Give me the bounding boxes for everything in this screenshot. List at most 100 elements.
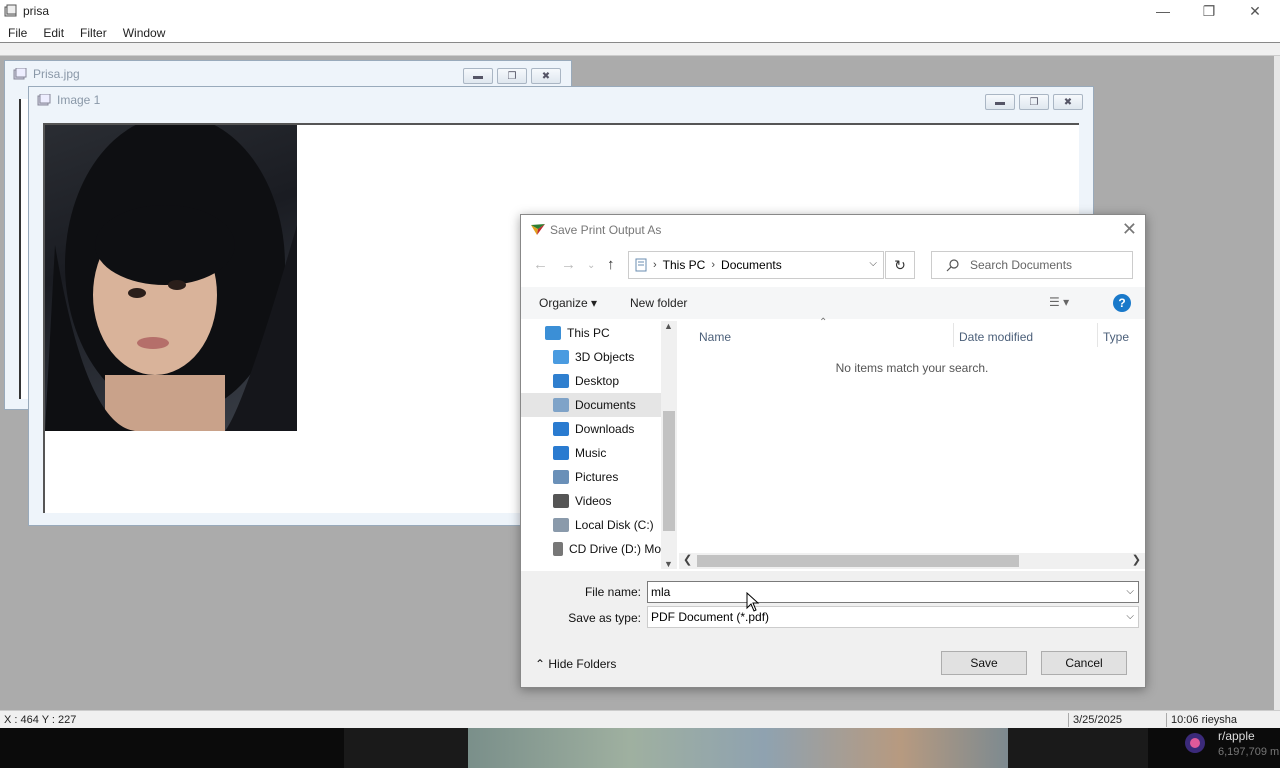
up-arrow-icon[interactable]: ↑ [607,256,615,273]
menu-filter[interactable]: Filter [72,24,115,42]
forward-arrow-icon[interactable]: → [561,256,576,273]
file-name-input[interactable]: mla ⌵ [647,581,1139,603]
file-list-pane: ⌃ Name Date modified Type No items match… [679,317,1145,569]
breadcrumb-documents[interactable]: Documents [721,258,782,272]
mdi-scrollbar[interactable] [1274,56,1280,710]
file-name-label: File name: [584,585,641,599]
save-type-select[interactable]: PDF Document (*.pdf) ⌵ [647,606,1139,628]
nav-item[interactable]: Local Disk (C:) [521,513,661,537]
nav-item[interactable]: Pictures [521,465,661,489]
chevron-down-icon[interactable]: ⌵ [1126,607,1134,627]
column-date-header[interactable]: Date modified [959,330,1033,344]
app-icon [4,4,17,17]
nav-item[interactable]: 3D Objects [521,345,661,369]
organize-label: Organize [539,296,588,310]
nav-item-label: This PC [567,326,610,340]
horizontal-scrollbar[interactable]: ❮ ❯ [679,553,1145,569]
taskbar-banner-image [468,728,1008,768]
child-close-button[interactable]: ✖ [531,68,561,84]
child-maximize-button[interactable]: ❐ [1019,94,1049,110]
nav-item[interactable]: Music [521,441,661,465]
nav-item-label: Desktop [575,374,620,388]
search-placeholder: Search Documents [970,258,1073,272]
app-title: prisa [23,4,50,18]
refresh-button[interactable]: ↻ [885,251,915,279]
navigation-row: ← → ⌄ ↑ › This PC › Documents ⌵ ↻ Search… [521,249,1145,281]
menu-file[interactable]: File [0,24,35,42]
nav-item[interactable]: Videos [521,489,661,513]
reddit-app-icon[interactable] [1184,732,1206,754]
toolbar [0,42,1280,56]
taskbar-thumbnail[interactable] [344,728,468,768]
nav-item-label: Music [575,446,607,460]
nav-item[interactable]: Downloads [521,417,661,441]
address-bar[interactable]: › This PC › Documents ⌵ [628,251,884,279]
scrollbar-thumb[interactable] [663,411,675,531]
nav-item-label: Downloads [575,422,635,436]
column-divider[interactable] [953,323,954,347]
restore-button[interactable]: ❐ [1186,0,1232,22]
organize-button[interactable]: Organize ▾ [539,296,597,310]
pc-icon [545,326,561,340]
cursor-coordinates: X : 464 Y : 227 [4,714,77,726]
disk-icon [553,518,569,532]
nav-item[interactable]: Desktop [521,369,661,393]
address-dropdown-icon[interactable]: ⌵ [869,258,877,269]
search-box[interactable]: Search Documents [931,251,1133,279]
nav-item[interactable]: This PC [521,321,661,345]
minimize-button[interactable]: — [1140,0,1186,22]
column-divider[interactable] [1097,323,1098,347]
pictures-icon [553,470,569,484]
scroll-up-icon[interactable]: ▲ [664,321,673,331]
child-minimize-button[interactable]: ▬ [463,68,493,84]
back-arrow-icon[interactable]: ← [533,256,548,273]
cancel-button[interactable]: Cancel [1041,651,1127,675]
scroll-left-icon[interactable]: ❮ [683,553,692,566]
child-maximize-button[interactable]: ❐ [497,68,527,84]
child-title-image1: Image 1 [57,93,101,107]
app-logo-icon [531,224,545,235]
scroll-down-icon[interactable]: ▼ [664,559,673,569]
sort-ascending-icon: ⌃ [819,317,828,328]
cube-icon [553,350,569,364]
status-date: 3/25/2025 [1068,713,1164,727]
nav-scrollbar[interactable]: ▲ ▼ [661,321,677,569]
breadcrumb-this-pc[interactable]: This PC [663,258,706,272]
nav-item-label: CD Drive (D:) Mo [569,542,661,556]
mouse-cursor-icon [746,592,760,612]
nav-item-label: 3D Objects [575,350,635,364]
dialog-title-bar: Save Print Output As ✕ [521,215,1145,245]
scrollbar-thumb[interactable] [697,555,1019,567]
menu-window[interactable]: Window [115,24,174,42]
file-name-value: mla [651,585,671,599]
recent-locations-chevron-icon[interactable]: ⌄ [587,260,595,271]
save-type-value: PDF Document (*.pdf) [651,610,770,624]
cancel-label: Cancel [1065,656,1103,670]
column-name-header[interactable]: Name [699,330,731,344]
view-options-icon[interactable]: ☰ ▾ [1049,295,1069,309]
document-icon [553,398,569,412]
new-folder-button[interactable]: New folder [630,296,687,310]
save-label: Save [970,656,998,670]
notification-title: r/apple [1218,729,1255,743]
chevron-down-icon[interactable]: ⌵ [1126,582,1134,602]
nav-item[interactable]: CD Drive (D:) Mo [521,537,661,561]
child-minimize-button[interactable]: ▬ [985,94,1015,110]
help-icon[interactable]: ? [1113,294,1131,312]
scroll-right-icon[interactable]: ❯ [1132,553,1141,566]
child-close-button[interactable]: ✖ [1053,94,1083,110]
nav-item[interactable]: Documents [521,393,661,417]
nav-item-label: Pictures [575,470,619,484]
close-button[interactable]: ✕ [1232,0,1278,22]
hide-folders-button[interactable]: ⌃ Hide Folders [535,657,616,671]
dialog-close-button[interactable]: ✕ [1122,219,1137,240]
navigation-pane: This PC 3D Objects Desktop Documents Downloa… [521,321,677,569]
menu-edit[interactable]: Edit [35,24,72,42]
save-button[interactable]: Save [941,651,1027,675]
dialog-title: Save Print Output As [550,223,662,237]
column-type-header[interactable]: Type [1103,330,1129,344]
taskbar-thumbnail[interactable] [1008,728,1148,768]
music-icon [553,446,569,460]
save-dialog: Save Print Output As ✕ ← → ⌄ ↑ › This PC… [520,214,1146,688]
desktop-icon [553,374,569,388]
